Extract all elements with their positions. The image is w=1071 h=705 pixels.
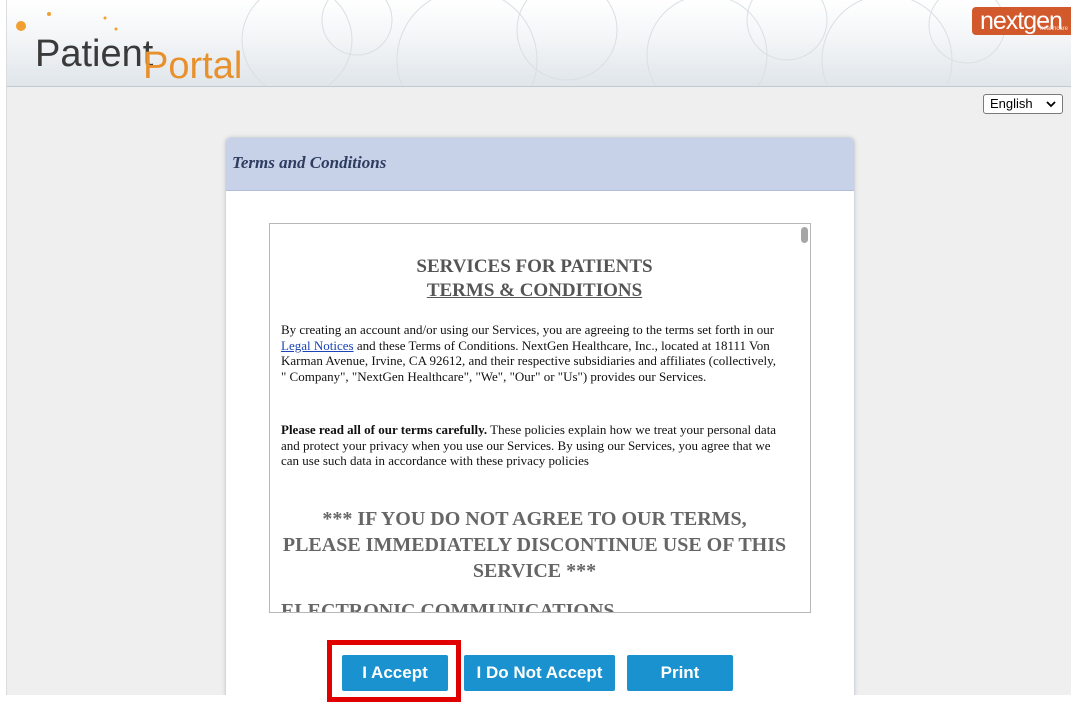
accept-highlight-box (327, 640, 461, 702)
language-selected: English (990, 96, 1033, 111)
terms-subheading: TERMS & CONDITIONS (426, 280, 643, 301)
terms-warning: *** IF YOU DO NOT AGREE TO OUR TERMS, PL… (282, 508, 787, 582)
terms-heading: SERVICES FOR PATIENTS (416, 256, 653, 277)
para1-text-start: By creating an account and/or using our … (281, 322, 775, 337)
brand-subtext: healthcare (1039, 26, 1068, 32)
print-button[interactable]: Print (627, 655, 733, 691)
terms-paragraph-2: Please read all of our terms carefully. … (281, 422, 781, 469)
decline-button[interactable]: I Do Not Accept (464, 655, 615, 691)
para1-text-end: and these Terms of Conditions. NextGen H… (281, 337, 777, 384)
terms-scroll-box[interactable]: SERVICES FOR PATIENTS TERMS & CONDITIONS… (269, 223, 811, 613)
legal-notices-link[interactable]: Legal Notices (281, 338, 354, 353)
terms-paragraph-1: By creating an account and/or using our … (281, 322, 781, 384)
terms-next-section-heading: ELECTRONIC COMMUNICATIONS (281, 600, 615, 613)
logo-text-portal: Portal (143, 45, 243, 87)
logo-text-patient: Patient (35, 33, 154, 75)
terms-scrollbar[interactable] (801, 227, 808, 243)
patient-portal-logo[interactable]: Patient Portal (13, 10, 273, 87)
language-select[interactable]: English (983, 94, 1063, 114)
terms-card: Terms and Conditions SERVICES FOR PATIEN… (225, 137, 855, 695)
card-title: Terms and Conditions (232, 153, 387, 172)
para2-bold-text: Please read all of our terms carefully. (281, 422, 488, 437)
portal-header: Patient Portal nextgen healthcare (7, 0, 1071, 87)
patient-portal-page: Patient Portal nextgen healthcare Englis… (6, 0, 1071, 695)
header-divider (7, 86, 1071, 87)
card-header: Terms and Conditions (226, 138, 854, 191)
chevron-down-icon (1046, 101, 1056, 108)
